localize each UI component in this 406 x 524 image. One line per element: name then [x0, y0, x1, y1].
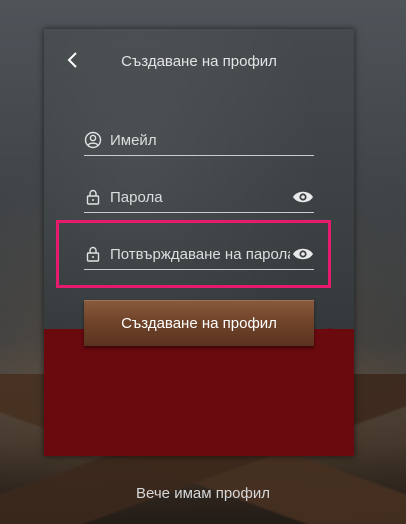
eye-icon[interactable] — [292, 246, 314, 262]
page-title: Създаване на профил — [121, 53, 277, 70]
lock-icon — [86, 189, 100, 205]
confirm-password-input[interactable] — [110, 243, 290, 265]
signup-panel: Създаване на профил Имейл Създаване на п… — [44, 29, 354, 456]
password-field-row — [84, 182, 314, 213]
user-circle-icon — [84, 131, 102, 149]
create-profile-button[interactable]: Създаване на профил — [84, 300, 314, 346]
email-field-row — [84, 125, 314, 156]
lock-icon — [86, 246, 100, 262]
password-input[interactable] — [110, 186, 290, 208]
eye-icon[interactable] — [292, 189, 314, 205]
have-account-link[interactable]: Вече имам профил — [0, 485, 406, 502]
blood-fill — [44, 329, 354, 456]
confirm-password-field-row — [84, 239, 314, 270]
email-input[interactable] — [110, 129, 290, 151]
